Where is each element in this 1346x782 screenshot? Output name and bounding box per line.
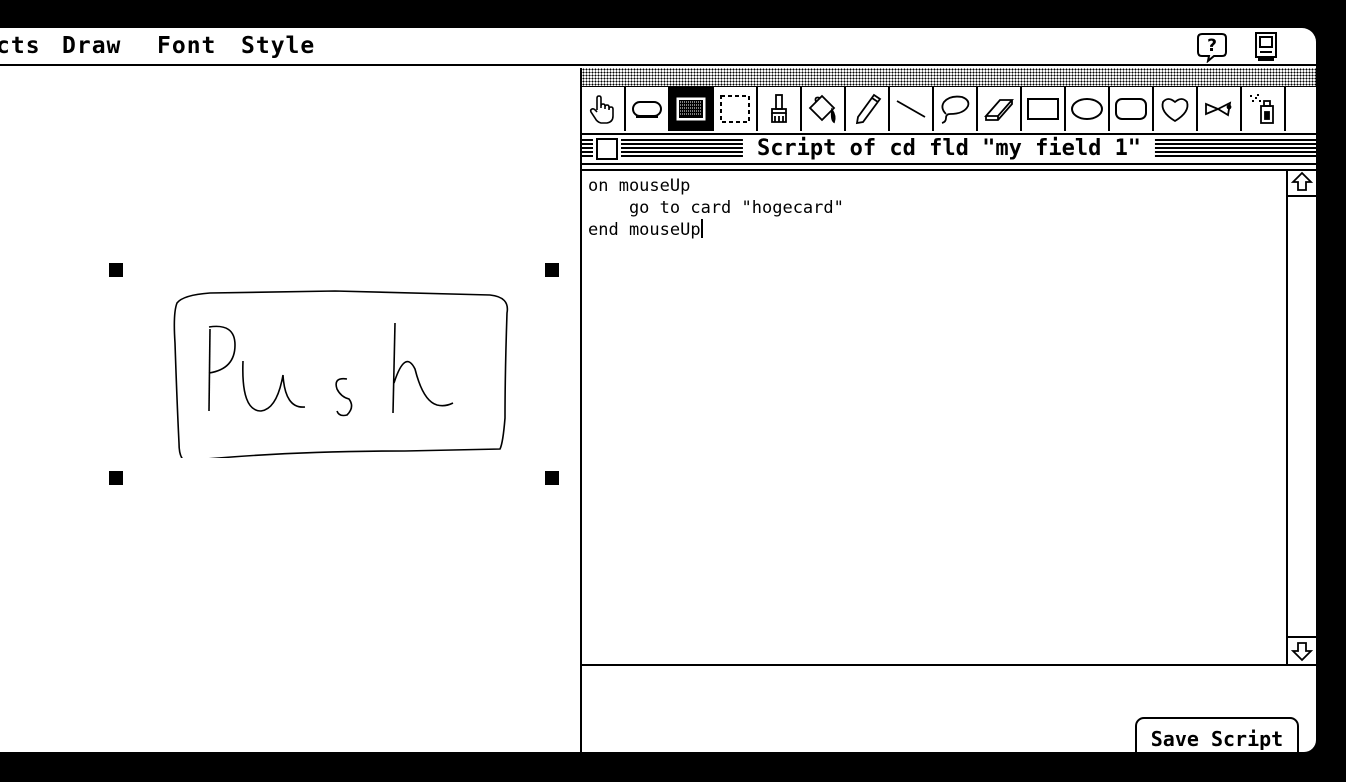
selection-handle-top-right[interactable] xyxy=(545,263,559,277)
selection-handle-top-left[interactable] xyxy=(109,263,123,277)
close-box[interactable] xyxy=(593,135,621,163)
field-icon xyxy=(676,97,706,121)
polygon-icon xyxy=(1205,101,1232,117)
oval-tool[interactable] xyxy=(1066,87,1110,131)
eraser-tool[interactable] xyxy=(978,87,1022,131)
menu-bar: cts Draw Font Style ? xyxy=(0,28,1316,66)
pencil-tool[interactable] xyxy=(846,87,890,131)
curve-tool[interactable] xyxy=(1154,87,1198,131)
hand-drawn-push-button-image[interactable] xyxy=(165,283,515,458)
browse-tool[interactable] xyxy=(582,87,626,131)
rectangle-tool[interactable] xyxy=(1022,87,1066,131)
application-menu-icon[interactable] xyxy=(1252,31,1280,63)
paint-bucket-icon xyxy=(808,94,836,124)
vertical-scrollbar[interactable] xyxy=(1286,169,1316,664)
bucket-tool[interactable] xyxy=(802,87,846,131)
text-cursor xyxy=(700,219,703,238)
balloon-help-icon[interactable]: ? xyxy=(1196,31,1228,63)
script-window-title: Script of cd fld "my field 1" xyxy=(742,135,1156,163)
round-rect-tool[interactable] xyxy=(1110,87,1154,131)
save-script-button[interactable]: Save Script xyxy=(1135,717,1299,752)
round-rectangle-icon xyxy=(1115,98,1147,120)
script-window-title-bar[interactable]: Script of cd fld "my field 1" xyxy=(582,135,1316,165)
menu-style[interactable]: Style xyxy=(241,33,315,59)
polygon-tool[interactable] xyxy=(1198,87,1242,131)
scroll-down-arrow[interactable] xyxy=(1288,636,1316,664)
rectangle-icon xyxy=(1027,98,1059,120)
scroll-track[interactable] xyxy=(1288,197,1316,636)
curve-icon xyxy=(1161,98,1189,123)
selection-handle-bottom-left[interactable] xyxy=(109,471,123,485)
script-editor-window: Script of cd fld "my field 1" on mouseUp… xyxy=(582,68,1316,752)
eraser-icon xyxy=(984,99,1014,121)
button-tool[interactable] xyxy=(626,87,670,131)
editor-bottom-border xyxy=(582,664,1316,666)
script-editor-text-area[interactable]: on mouseUp go to card "hogecard" end mou… xyxy=(582,169,1286,664)
line-icon xyxy=(896,100,926,118)
screen: cts Draw Font Style ? Script of cd fld "… xyxy=(0,28,1316,752)
brush-icon xyxy=(771,94,787,123)
menu-draw[interactable]: Draw xyxy=(62,33,121,59)
spray-tool[interactable] xyxy=(1242,87,1286,131)
spray-can-icon xyxy=(1250,94,1274,124)
arrow-down-icon xyxy=(1291,642,1313,662)
brush-tool[interactable] xyxy=(758,87,802,131)
field-tool[interactable] xyxy=(670,87,714,131)
pencil-icon xyxy=(855,93,882,125)
script-text[interactable]: on mouseUp go to card "hogecard" end mou… xyxy=(588,176,844,240)
arrow-up-icon xyxy=(1291,171,1313,191)
tools-palette-drag-bar[interactable] xyxy=(582,68,1316,87)
scroll-up-arrow[interactable] xyxy=(1288,169,1316,197)
select-tool[interactable] xyxy=(714,87,758,131)
tools-palette xyxy=(582,87,1316,135)
lasso-icon xyxy=(941,95,970,124)
svg-text:?: ? xyxy=(1207,36,1217,56)
select-marquee-icon xyxy=(720,95,750,123)
selection-handle-bottom-right[interactable] xyxy=(545,471,559,485)
hand-icon xyxy=(589,95,614,124)
menu-font[interactable]: Font xyxy=(157,33,216,59)
oval-icon xyxy=(1071,98,1103,120)
button-icon xyxy=(632,101,662,118)
lasso-tool[interactable] xyxy=(934,87,978,131)
line-tool[interactable] xyxy=(890,87,934,131)
menu-objects[interactable]: cts xyxy=(0,33,41,59)
card-area[interactable] xyxy=(0,68,580,752)
